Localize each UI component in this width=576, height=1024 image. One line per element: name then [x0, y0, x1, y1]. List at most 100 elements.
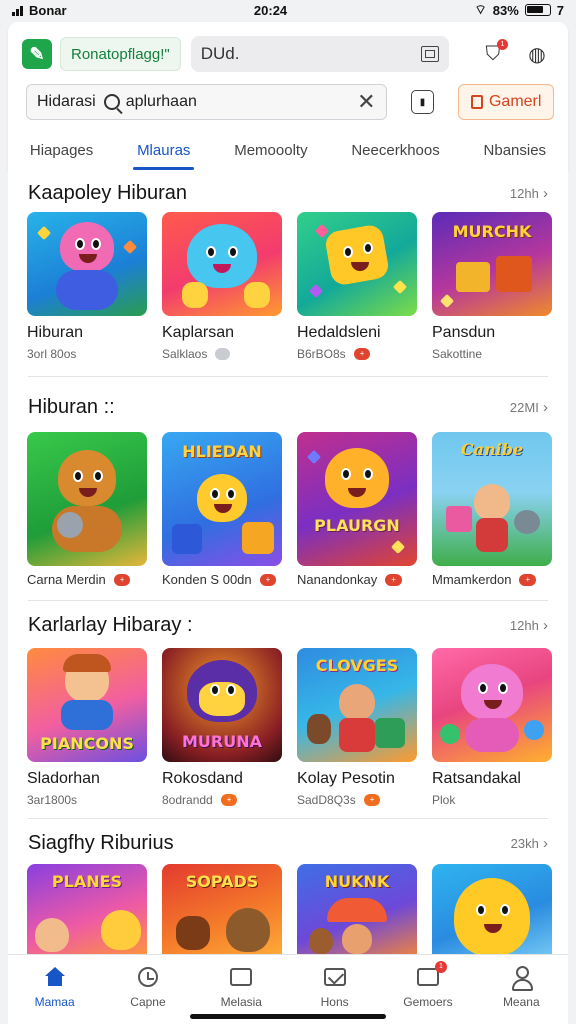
tile-badge: + [363, 794, 381, 806]
search-icon [103, 94, 120, 110]
tile-meta: 3ar1800s [27, 793, 147, 807]
nav-clock[interactable]: Capne [103, 955, 193, 1024]
section-title: Hiburan :: [28, 395, 115, 418]
tab-0[interactable]: Hiapages [26, 130, 97, 170]
nav-home[interactable]: Mamaa [10, 955, 100, 1024]
game-artwork: Canibe [432, 432, 552, 566]
tile-subtitle: B6rBO8s [297, 347, 346, 361]
tile-meta: Carna Merdin + [27, 572, 147, 587]
game-tile[interactable]: Hedaldsleni B6rBO8s + [297, 212, 417, 361]
game-button[interactable]: Gamerl [458, 84, 555, 120]
tile-badge: + [220, 794, 238, 806]
battery-icon [524, 4, 551, 16]
nav-label: Hons [320, 995, 349, 1009]
mascot-body [56, 270, 118, 310]
game-artwork: MURUNA [162, 648, 282, 762]
tile-row: Carna Merdin + HLIEDAN Konden S 00dn + P… [27, 432, 568, 587]
game-tile[interactable]: SOPADS [162, 864, 282, 954]
game-artwork [432, 864, 552, 954]
section-header: Karlarlay Hibaray : 12hh [28, 610, 548, 640]
tile-subtitle: Sakottine [432, 347, 483, 361]
tile-title: Sladorhan [27, 770, 100, 787]
user-icon [508, 965, 534, 991]
game-tile[interactable]: Carna Merdin + [27, 432, 147, 587]
search-input[interactable]: Hidarasi aplurhaan ✕ [26, 84, 387, 120]
top-field[interactable]: DUd. [190, 36, 449, 72]
tile-badge: + [385, 573, 402, 586]
tab-2[interactable]: Memooolty [230, 130, 311, 170]
game-tile[interactable]: Kaplarsan Salklaos [162, 212, 282, 361]
game-tile[interactable]: MURUNA Rokosdand 8odrandd + [162, 648, 282, 807]
tile-title: Pansdun [432, 324, 496, 341]
game-artwork: PLAURGN [297, 432, 417, 566]
tab-1-active[interactable]: Mlauras [133, 130, 195, 170]
game-artwork: PIANCONS [27, 648, 147, 762]
nav-label: Meana [502, 995, 540, 1009]
game-artwork [162, 212, 282, 316]
filter-icon[interactable]: ▮ [410, 90, 435, 114]
section-more-link[interactable]: 12hh [510, 617, 548, 634]
art-title: MURCHK [452, 222, 532, 241]
nav-profile[interactable]: Meana [476, 955, 566, 1024]
section-divider [28, 818, 548, 819]
game-tile[interactable]: Hiburan 3orl 80os [27, 212, 147, 361]
game-tile[interactable] [432, 864, 552, 954]
tab-3[interactable]: Neecerkhoos [347, 130, 443, 170]
nav-inbox[interactable]: 1 Gemoers [383, 955, 473, 1024]
inbox-icon: 1 [415, 961, 447, 989]
game-tile[interactable]: HLIEDAN Konden S 00dn + [162, 432, 282, 587]
section-more-link[interactable]: 22MI [510, 399, 548, 416]
chat-icon[interactable]: ◍ [520, 37, 554, 71]
game-tile[interactable]: MURCHK Pansdun Sakottine [432, 212, 552, 361]
art-title: PLAURGN [314, 516, 400, 535]
tile-row: PIANCONS Sladorhan 3ar1800s MURUNA Rokos… [27, 648, 568, 807]
art-title: SOPADS [185, 872, 259, 891]
game-tile[interactable]: PLAURGN Nanandonkay + [297, 432, 417, 587]
nav-label: Gemoers [403, 995, 453, 1009]
status-bar: Bonar 20:24 ⌔ 83% 7 [0, 0, 576, 20]
game-artwork [297, 212, 417, 316]
tile-badge [215, 348, 230, 360]
status-extra: 7 [556, 2, 564, 18]
tile-meta: Nanandonkay + [297, 572, 417, 587]
status-right: ⌔ 83% 7 [475, 2, 565, 18]
tile-title: Hiburan [27, 324, 84, 341]
tile-meta: 8odrandd + [162, 793, 282, 807]
game-tile[interactable]: PLANES [27, 864, 147, 954]
app-name[interactable]: Ronatopflagg!" [60, 37, 181, 71]
section-header: Siagfhy Riburius 23kh [28, 828, 548, 858]
wifi-icon: ⌔ [474, 2, 487, 17]
game-tile[interactable]: PIANCONS Sladorhan 3ar1800s [27, 648, 147, 807]
tile-meta: SadD8Q3s + [297, 793, 417, 807]
tile-meta: 3orl 80os [27, 347, 147, 361]
game-artwork: MURCHK [432, 212, 552, 316]
game-artwork: PLANES [27, 864, 147, 954]
signal-icon [12, 5, 23, 16]
search-value: aplurhaan [125, 93, 197, 110]
section-more-link[interactable]: 23kh [511, 835, 548, 852]
game-tile[interactable]: NUKNK [297, 864, 417, 954]
art-title: NUKNK [324, 872, 390, 891]
game-artwork: NUKNK [297, 864, 417, 954]
game-tile[interactable]: Ratsandakal Plok [432, 648, 552, 807]
mail-icon [322, 965, 348, 989]
tile-title: Hedaldsleni [297, 324, 381, 341]
bell-icon[interactable]: ⛉ 1 [476, 37, 510, 71]
tile-meta: Sakottine [432, 347, 552, 361]
tile-title: Rokosdand [162, 770, 243, 787]
content-feed[interactable]: Kaapoley Hiburan 12hh Hiburan 3orl 80os [8, 170, 568, 954]
scan-icon[interactable] [420, 46, 439, 62]
game-artwork: SOPADS [162, 864, 282, 954]
art-title: HLIEDAN [182, 442, 262, 461]
section-more-link[interactable]: 12hh [510, 185, 548, 202]
game-tile[interactable]: Canibe Mmamkerdon + [432, 432, 552, 587]
carrier-label: Bonar [29, 2, 67, 18]
tile-row: Hiburan 3orl 80os Kaplarsan Salklaos Hed… [27, 212, 568, 361]
tile-title: Kolay Pesotin [297, 770, 395, 787]
clock-icon [135, 965, 161, 989]
close-icon[interactable]: ✕ [357, 91, 375, 113]
game-tile[interactable]: CLOVGES Kolay Pesotin SadD8Q3s + [297, 648, 417, 807]
tile-title: Ratsandakal [432, 770, 521, 787]
app-logo-icon[interactable]: ✎ [22, 39, 52, 69]
tab-4[interactable]: Nbansies [480, 130, 551, 170]
